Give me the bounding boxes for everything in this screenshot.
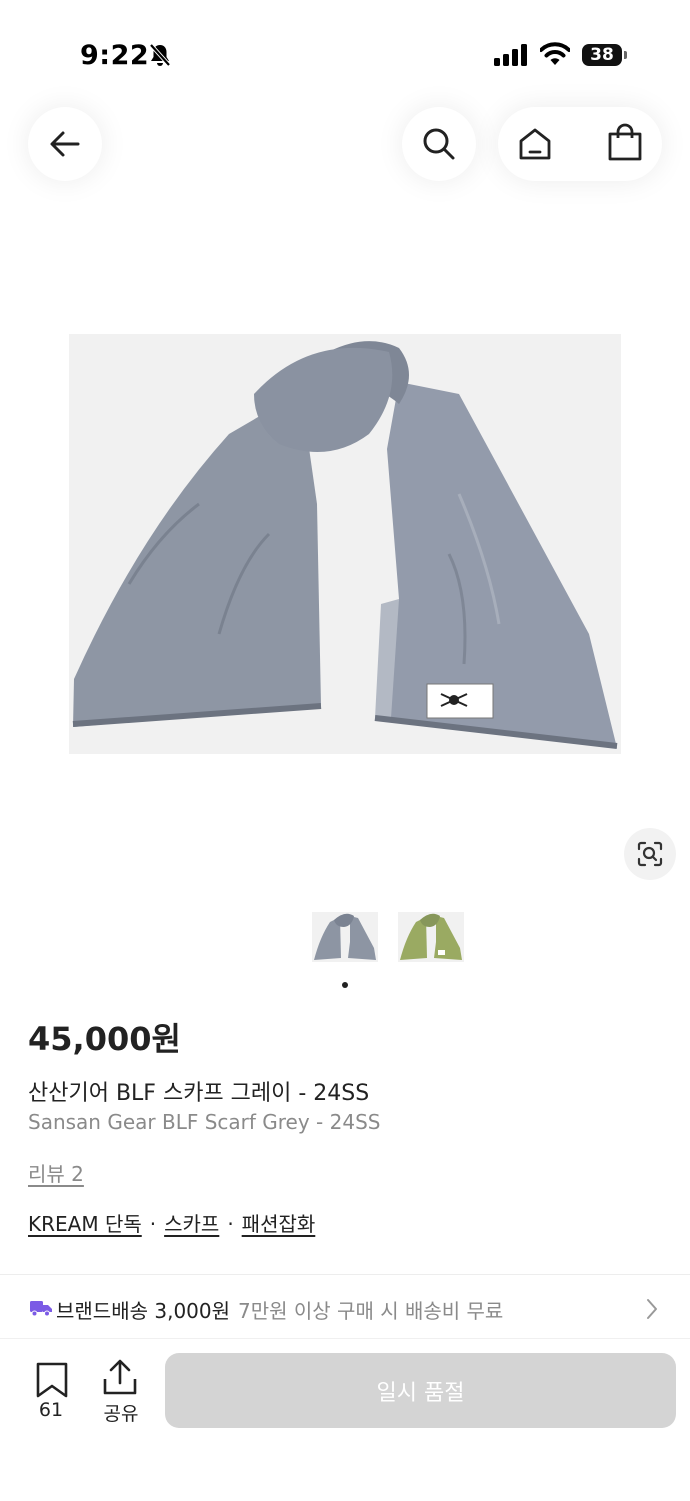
- delivery-truck-icon: [30, 1301, 52, 1317]
- cart-button[interactable]: [606, 123, 644, 167]
- chevron-right-icon: [647, 1299, 657, 1319]
- share-icon: [103, 1359, 137, 1395]
- sold-out-button[interactable]: 일시 품절: [165, 1353, 676, 1428]
- tag-scarf[interactable]: 스카프: [164, 1212, 219, 1236]
- shipping-info-row[interactable]: 브랜드배송 3,000원 7만원 이상 구매 시 배송비 무료: [0, 1278, 690, 1338]
- cellular-signal-icon: [494, 44, 527, 66]
- product-main-image[interactable]: [69, 334, 621, 754]
- bookmark-button[interactable]: [34, 1361, 70, 1403]
- tag-kream-exclusive[interactable]: KREAM 단독: [28, 1212, 142, 1236]
- shopping-bag-icon: [608, 123, 642, 161]
- back-arrow-icon: [50, 131, 80, 157]
- section-divider: [0, 1274, 690, 1275]
- silent-bell-icon: [149, 43, 171, 67]
- product-price: 45,000원: [28, 1020, 181, 1058]
- shipping-fee-label: 브랜드배송 3,000원: [56, 1299, 231, 1323]
- back-button[interactable]: [28, 107, 102, 181]
- header-actions-group: [498, 107, 662, 181]
- search-button[interactable]: [402, 107, 476, 181]
- bottom-action-bar: 61 공유 일시 품절: [0, 1338, 690, 1501]
- thumbnail-green[interactable]: [398, 912, 464, 962]
- scarf-thumbnail-grey: [312, 912, 378, 962]
- carousel-dot-active: [342, 982, 348, 988]
- bookmark-count: 61: [38, 1399, 64, 1421]
- home-button[interactable]: [516, 125, 554, 167]
- lens-scan-icon: [637, 841, 663, 867]
- product-tags: KREAM 단독 · 스카프 · 패션잡화: [28, 1208, 315, 1237]
- home-icon: [519, 128, 551, 160]
- status-bar: 9:22 38: [0, 0, 690, 110]
- shipping-text: 브랜드배송 3,000원 7만원 이상 구매 시 배송비 무료: [56, 1295, 503, 1324]
- tag-separator: ·: [227, 1212, 234, 1236]
- scarf-thumbnail-green: [398, 912, 464, 962]
- search-icon: [423, 128, 455, 160]
- status-time: 9:22: [80, 40, 150, 71]
- scarf-image: [69, 334, 621, 754]
- free-shipping-note: 7만원 이상 구매 시 배송비 무료: [238, 1299, 504, 1323]
- product-title-english: Sansan Gear BLF Scarf Grey - 24SS: [28, 1110, 381, 1134]
- reviews-link[interactable]: 리뷰 2: [28, 1158, 84, 1187]
- battery-indicator: 38: [582, 44, 627, 66]
- share-button[interactable]: [102, 1359, 138, 1401]
- thumbnail-grey[interactable]: [312, 912, 378, 962]
- wifi-icon: [540, 42, 570, 65]
- tag-fashion-accessories[interactable]: 패션잡화: [242, 1212, 316, 1236]
- share-label: 공유: [103, 1403, 139, 1425]
- product-title-korean: 산산기어 BLF 스카프 그레이 - 24SS: [28, 1081, 370, 1106]
- bookmark-icon: [36, 1362, 68, 1398]
- image-search-button[interactable]: [624, 828, 676, 880]
- tag-separator: ·: [149, 1212, 157, 1236]
